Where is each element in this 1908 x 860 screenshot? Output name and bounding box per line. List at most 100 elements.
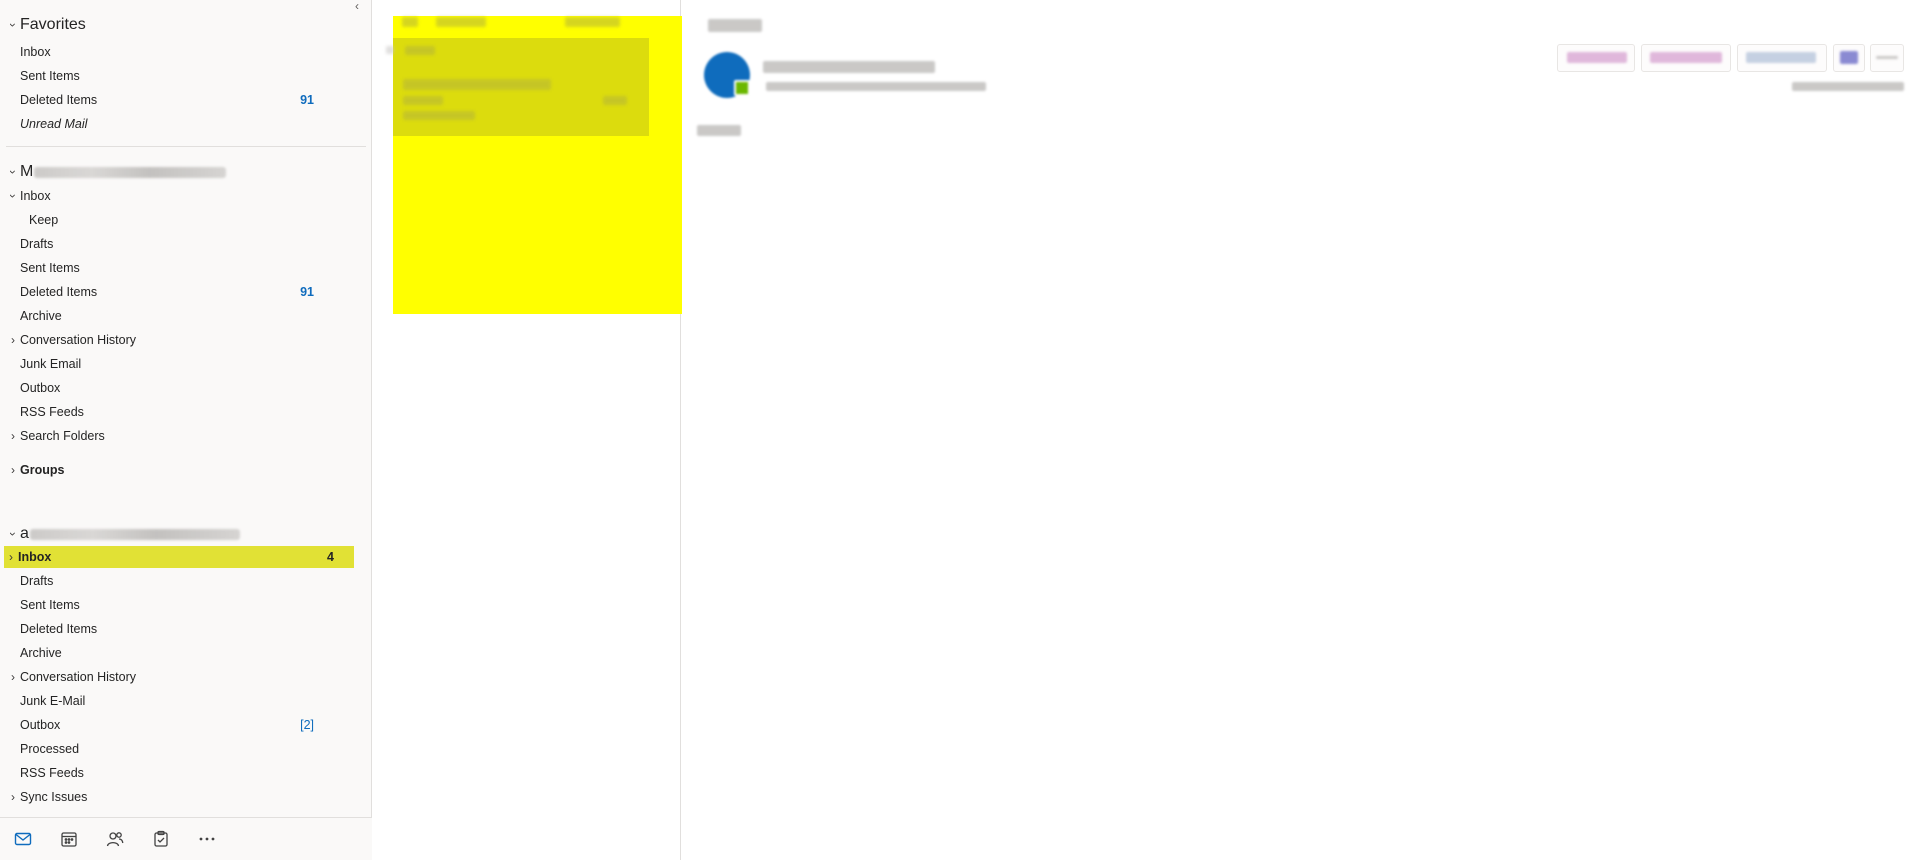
folder-label: RSS Feeds <box>20 405 84 419</box>
outbox-count-badge: [2] <box>300 718 314 732</box>
chevron-down-icon[interactable]: › <box>6 189 20 203</box>
message-subject-redacted <box>708 19 762 32</box>
account2-folder-outbox[interactable]: Outbox [2] <box>20 714 350 736</box>
subject-redacted <box>403 96 443 105</box>
unread-filter-redacted[interactable] <box>436 17 486 27</box>
sender-redacted <box>403 79 551 90</box>
account1-folder-sent-items[interactable]: Sent Items <box>20 257 350 279</box>
folder-label: Drafts <box>20 574 54 588</box>
people-icon[interactable] <box>92 818 138 860</box>
folder-label: Deleted Items <box>20 93 98 107</box>
mail-icon[interactable] <box>0 818 46 860</box>
folder-label: Deleted Items <box>20 285 98 299</box>
folder-label: Sent Items <box>20 598 80 612</box>
folder-label: RSS Feeds <box>20 766 84 780</box>
folder-label: Search Folders <box>20 429 105 443</box>
folder-label: Inbox <box>20 45 51 59</box>
account2-header[interactable]: › a <box>6 522 346 546</box>
account1-folder-conversation-history[interactable]: › Conversation History <box>6 329 350 351</box>
chevron-right-icon[interactable]: › <box>6 790 20 804</box>
account1-folder-archive[interactable]: Archive <box>20 305 350 327</box>
unread-count-badge: 4 <box>327 550 334 564</box>
account2-folder-junk-email[interactable]: Junk E-Mail <box>20 690 350 712</box>
account2-folder-rss-feeds[interactable]: RSS Feeds <box>20 762 350 784</box>
folder-label: Archive <box>20 646 62 660</box>
folder-label: Conversation History <box>20 670 137 684</box>
groups-label: Groups <box>20 463 65 477</box>
folder-label: Inbox <box>18 550 52 564</box>
collapse-group-icon[interactable] <box>386 46 394 54</box>
teams-icon <box>1840 51 1858 64</box>
all-filter-redacted[interactable] <box>402 17 418 27</box>
chevron-down-icon: › <box>6 23 20 27</box>
favorites-item-deleted-items[interactable]: Deleted Items 91 <box>20 89 350 111</box>
unread-count-badge: 91 <box>300 285 314 299</box>
collapse-folder-pane-icon[interactable]: ‹ <box>350 0 364 12</box>
account2-folder-drafts[interactable]: Drafts <box>20 570 350 592</box>
folder-label: Sent Items <box>20 261 80 275</box>
account2-folder-archive[interactable]: Archive <box>20 642 350 664</box>
account2-initial: a <box>20 525 29 542</box>
folder-label: Processed <box>20 742 80 756</box>
account1-folder-rss-feeds[interactable]: RSS Feeds <box>20 401 350 423</box>
account1-folder-junk-email[interactable]: Junk Email <box>20 353 350 375</box>
account2-folder-conversation-history[interactable]: › Conversation History <box>6 666 350 688</box>
folder-pane: ‹ › Favorites Inbox Sent Items Deleted I… <box>0 0 372 860</box>
account1-email-redacted <box>34 166 227 178</box>
account2-folder-sent-items[interactable]: Sent Items <box>20 594 350 616</box>
folder-label: Archive <box>20 309 62 323</box>
divider <box>6 146 366 147</box>
account2-folder-inbox[interactable]: › Inbox 4 <box>4 546 354 568</box>
groups-header[interactable]: › Groups <box>6 459 350 481</box>
folder-label: Deleted Items <box>20 622 98 636</box>
calendar-icon[interactable] <box>46 818 92 860</box>
chevron-right-icon[interactable]: › <box>4 550 18 564</box>
reply-label-redacted <box>1567 52 1627 63</box>
account2-folder-sync-issues[interactable]: › Sync Issues <box>6 786 350 808</box>
recipients-redacted <box>766 82 986 91</box>
reply-all-label-redacted <box>1650 52 1722 63</box>
chevron-right-icon[interactable]: › <box>6 463 20 477</box>
account1-header[interactable]: › M <box>6 160 346 184</box>
account1-folder-outbox[interactable]: Outbox <box>20 377 350 399</box>
presence-status-icon <box>734 80 750 96</box>
module-navigation-bar <box>0 817 372 860</box>
folder-label: Unread Mail <box>20 117 88 131</box>
folder-label: Keep <box>29 213 59 227</box>
favorites-item-sent-items[interactable]: Sent Items <box>20 65 350 87</box>
folder-label: Conversation History <box>20 333 137 347</box>
account1-folder-drafts[interactable]: Drafts <box>20 233 350 255</box>
favorites-item-unread-mail[interactable]: Unread Mail <box>20 113 350 135</box>
chevron-right-icon[interactable]: › <box>6 333 20 347</box>
more-actions-icon <box>1876 56 1898 59</box>
chevron-down-icon: › <box>6 532 20 536</box>
account1-folder-deleted-items[interactable]: Deleted Items 91 <box>20 281 350 303</box>
received-date-redacted <box>1792 82 1904 91</box>
sender-name-redacted[interactable] <box>763 61 935 73</box>
preview-redacted <box>403 111 475 120</box>
folder-label: Drafts <box>20 237 54 251</box>
more-icon[interactable] <box>184 818 230 860</box>
outlook-window: ‹ › Favorites Inbox Sent Items Deleted I… <box>0 0 1908 860</box>
account2-folder-processed[interactable]: Processed <box>20 738 350 760</box>
account1-folder-search-folders[interactable]: › Search Folders <box>6 425 350 447</box>
account1-initial: M <box>20 163 34 180</box>
chevron-right-icon[interactable]: › <box>6 429 20 443</box>
unread-count-badge: 91 <box>300 93 314 107</box>
folder-label: Inbox <box>20 189 51 203</box>
account1-folder-inbox[interactable]: › Inbox <box>6 185 350 207</box>
sort-by-redacted[interactable] <box>565 17 620 27</box>
favorites-item-inbox[interactable]: Inbox <box>20 41 350 63</box>
folder-label: Outbox <box>20 381 61 395</box>
folder-label: Junk Email <box>20 357 82 371</box>
tasks-icon[interactable] <box>138 818 184 860</box>
folder-label: Sent Items <box>20 69 80 83</box>
sender-avatar[interactable] <box>704 52 750 98</box>
account1-folder-keep[interactable]: Keep <box>29 209 350 231</box>
account2-folder-deleted-items[interactable]: Deleted Items <box>20 618 350 640</box>
folder-label: Outbox <box>20 718 61 732</box>
favorites-label: Favorites <box>20 16 86 33</box>
chevron-right-icon[interactable]: › <box>6 670 20 684</box>
favorites-header[interactable]: › Favorites <box>6 13 346 37</box>
group-header-redacted <box>405 46 435 55</box>
